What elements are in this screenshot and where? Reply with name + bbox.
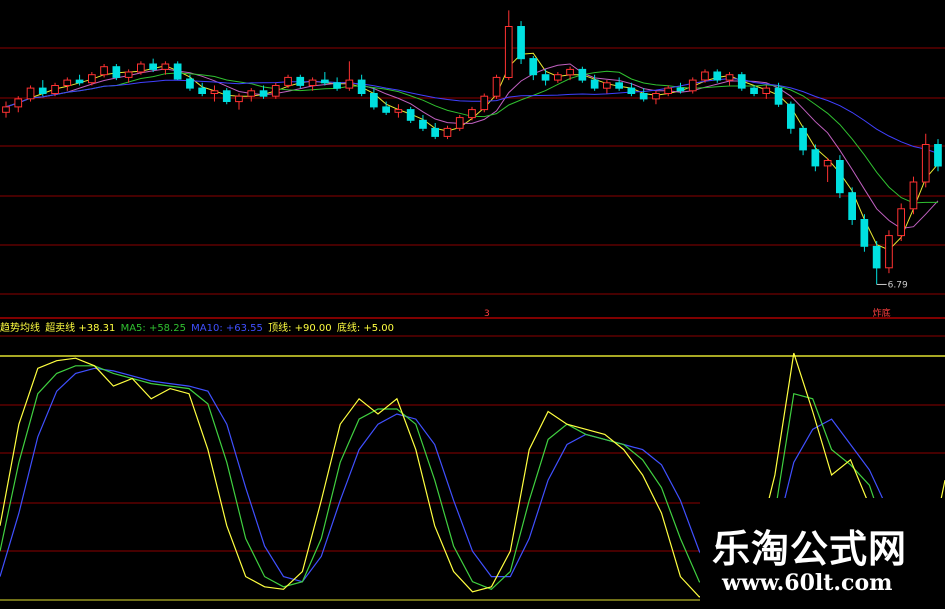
candle-body <box>51 85 59 94</box>
legend-item-trend: 趋势均线 <box>0 323 40 334</box>
bottom-tag-label: 炸底 <box>873 307 891 319</box>
candle-body <box>885 235 893 269</box>
watermark-url: www.60lt.com <box>722 570 893 596</box>
candle-body <box>468 109 476 119</box>
candle-body <box>492 76 501 97</box>
legend-item-bottom-line: 底线: +5.00 <box>336 323 395 334</box>
candle-body <box>750 87 758 94</box>
candle-body <box>566 68 574 76</box>
candle-body <box>161 63 170 70</box>
candle-body <box>345 79 354 89</box>
candle-body <box>394 109 403 113</box>
candle-body <box>762 87 771 94</box>
candle-body <box>137 63 145 73</box>
candle-body <box>823 160 832 167</box>
legend-item-ma10: MA10: +63.55 <box>191 323 263 334</box>
candle-body <box>480 95 489 111</box>
candle-body <box>63 79 72 86</box>
candle-body <box>406 109 415 121</box>
legend-item-oversold: 超卖线 +38.31 <box>45 323 116 334</box>
legend-item-top-line: 顶线: +90.00 <box>268 323 332 334</box>
candle-body <box>627 87 636 94</box>
candle-body <box>578 68 587 81</box>
candle-body <box>676 87 685 92</box>
candle-body <box>431 127 439 137</box>
candle-body <box>725 74 734 81</box>
candle-body <box>639 93 648 100</box>
candle-body <box>701 71 709 81</box>
candle-body <box>321 79 329 84</box>
candle-body <box>284 76 292 86</box>
candle-body <box>897 208 905 237</box>
candle-body <box>210 90 219 95</box>
candle-body <box>652 93 660 100</box>
candle-body <box>419 119 427 129</box>
ma-line-green <box>5 70 938 204</box>
candle-body <box>554 74 562 81</box>
candle-body <box>112 66 121 78</box>
candle-body <box>100 66 108 76</box>
candle-body <box>75 79 84 84</box>
candle-body <box>541 74 550 81</box>
candle-body <box>921 144 930 183</box>
candle-body <box>787 103 795 129</box>
candle-body <box>235 95 243 103</box>
candle-body <box>186 78 194 89</box>
candle-body <box>615 82 623 89</box>
candle-body <box>382 106 390 113</box>
candle-body <box>14 98 23 108</box>
candle-body <box>603 82 611 89</box>
candle-body <box>88 74 96 84</box>
candle-body <box>504 26 513 78</box>
candle-body <box>934 144 942 167</box>
candle-body <box>247 90 256 97</box>
ma-line-yellow <box>5 52 939 251</box>
candle-body <box>124 71 133 78</box>
candle-body <box>909 181 918 210</box>
indicator-legend: 趋势均线 超卖线 +38.31 MA5: +58.25 MA10: +63.55… <box>0 322 396 336</box>
candle-body <box>173 63 182 80</box>
candle-body <box>357 79 366 94</box>
marker-label: 3 <box>484 309 490 319</box>
candle-body <box>737 74 746 89</box>
candle-body <box>38 87 47 94</box>
candle-body <box>860 219 869 247</box>
candle-body <box>296 76 305 86</box>
watermark-title: 乐淘公式网 <box>712 527 908 571</box>
legend-item-ma5: MA5: +58.25 <box>120 323 186 334</box>
candle-body <box>836 160 844 194</box>
candle-body <box>529 58 538 76</box>
low-price-label: 6.79 <box>888 280 908 290</box>
candle-body <box>308 79 317 86</box>
candle-body <box>443 127 452 137</box>
candle-body <box>799 127 807 151</box>
candle-body <box>259 90 268 97</box>
candle-body <box>590 79 599 89</box>
candle-body <box>848 192 856 220</box>
candle-body <box>198 87 207 94</box>
candle-body <box>333 82 341 89</box>
candle-body <box>688 79 697 92</box>
candle-body <box>222 90 231 103</box>
candle-body <box>872 245 881 269</box>
candle-body <box>774 87 783 105</box>
candle-body <box>517 26 525 60</box>
candle-body <box>2 106 10 113</box>
candle-body <box>455 117 464 129</box>
candle-body <box>664 87 672 94</box>
candle-body <box>811 149 820 167</box>
candle-body <box>271 85 280 97</box>
candle-body <box>26 87 35 100</box>
candle-body <box>370 93 378 108</box>
candle-body <box>713 71 722 81</box>
chart-stage: 6.79 炸底 3 趋势均线 超卖线 +38.31 MA5: +58.25 MA10… <box>0 0 945 609</box>
candle-body <box>149 63 158 70</box>
